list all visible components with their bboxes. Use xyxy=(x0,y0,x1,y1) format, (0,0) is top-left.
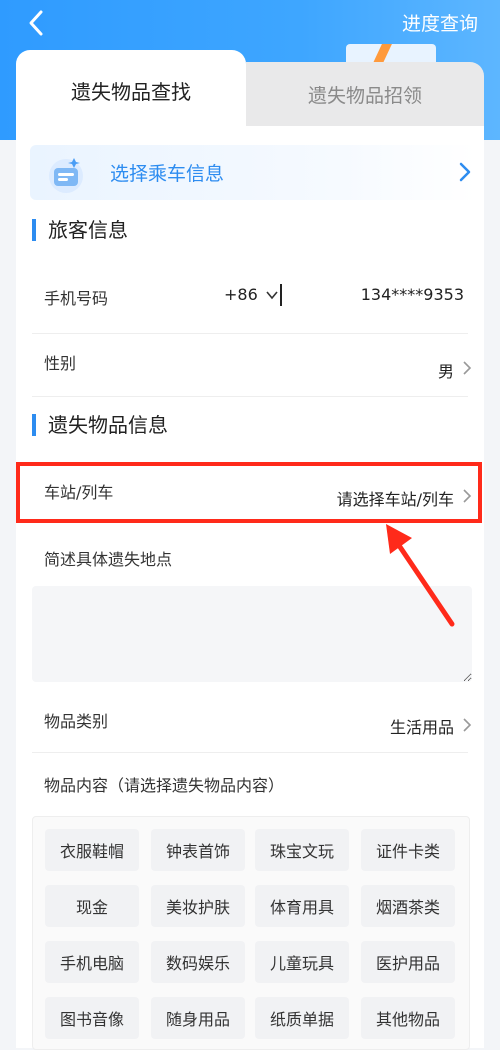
row-divider xyxy=(32,752,468,753)
item-tag[interactable]: 儿童玩具 xyxy=(255,941,349,983)
chevron-right-icon xyxy=(459,162,471,182)
category-label: 物品类别 xyxy=(44,712,109,731)
item-section-title: 遗失物品信息 xyxy=(32,414,168,436)
select-trip-banner[interactable]: 选择乘车信息 xyxy=(30,145,476,200)
highlight-box xyxy=(16,462,482,523)
item-tag[interactable]: 衣服鞋帽 xyxy=(45,829,139,871)
country-code-select[interactable]: +86 xyxy=(224,285,278,304)
row-divider xyxy=(32,396,468,397)
item-tag[interactable]: 随身用品 xyxy=(151,997,245,1039)
item-tag[interactable]: 美妆护肤 xyxy=(151,885,245,927)
item-tag[interactable]: 纸质单据 xyxy=(255,997,349,1039)
tab-lost-item-search[interactable]: 遗失物品查找 xyxy=(16,50,246,130)
item-tag[interactable]: 珠宝文玩 xyxy=(255,829,349,871)
item-tag[interactable]: 证件卡类 xyxy=(361,829,455,871)
chevron-right-icon xyxy=(463,718,472,732)
item-tag[interactable]: 医护用品 xyxy=(361,941,455,983)
country-code-value: +86 xyxy=(224,285,258,304)
gender-value[interactable]: 男 xyxy=(438,358,454,382)
tab-lost-item-claim[interactable]: 遗失物品招领 xyxy=(246,62,484,126)
category-value[interactable]: 生活用品 xyxy=(390,714,454,738)
item-tag[interactable]: 现金 xyxy=(45,885,139,927)
item-tag[interactable]: 数码娱乐 xyxy=(151,941,245,983)
item-content-label: 物品内容（请选择遗失物品内容） xyxy=(44,776,285,795)
item-tag[interactable]: 手机电脑 xyxy=(45,941,139,983)
location-label: 简述具体遗失地点 xyxy=(44,550,173,569)
item-tag[interactable]: 体育用具 xyxy=(255,885,349,927)
chevron-down-icon xyxy=(266,291,278,300)
select-trip-label: 选择乘车信息 xyxy=(110,163,225,185)
chevron-right-icon xyxy=(463,361,472,375)
annotation-arrow xyxy=(386,524,455,627)
item-tag-grid: 衣服鞋帽 钟表首饰 珠宝文玩 证件卡类 现金 美妆护肤 体育用具 烟酒茶类 手机… xyxy=(32,816,470,1050)
back-arrow-icon[interactable] xyxy=(22,8,52,38)
item-tag[interactable]: 其他物品 xyxy=(361,997,455,1039)
passenger-section-title: 旅客信息 xyxy=(32,219,128,241)
phone-value[interactable]: 134****9353 xyxy=(361,285,464,304)
progress-query-link[interactable]: 进度查询 xyxy=(402,9,478,36)
gender-label: 性别 xyxy=(44,354,77,373)
phone-separator xyxy=(280,284,282,306)
item-tag[interactable]: 图书音像 xyxy=(45,997,139,1039)
item-tag[interactable]: 烟酒茶类 xyxy=(361,885,455,927)
row-divider xyxy=(32,333,468,334)
item-tag[interactable]: 钟表首饰 xyxy=(151,829,245,871)
phone-label: 手机号码 xyxy=(44,289,109,308)
trip-ticket-icon xyxy=(49,158,83,193)
